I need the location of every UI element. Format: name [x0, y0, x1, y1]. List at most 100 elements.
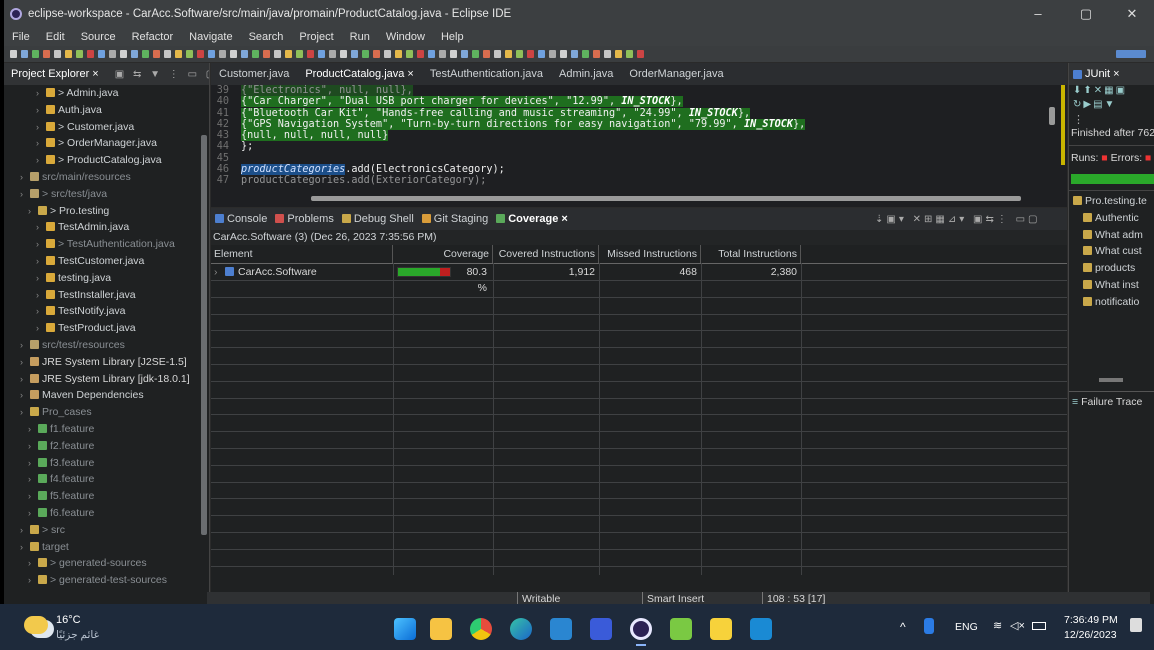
toolbar-button-icon[interactable] [32, 50, 39, 58]
toolbar-button-icon[interactable] [21, 50, 28, 58]
col-covered[interactable]: Covered Instructions [493, 245, 599, 263]
menu-project[interactable]: Project [291, 31, 341, 43]
toolbar-button-icon[interactable] [219, 50, 226, 58]
toolbar-button-icon[interactable] [307, 50, 314, 58]
tree-item[interactable]: › src/test/resources [4, 337, 200, 354]
code-line[interactable]: 39 {"Electronics", null, null}, [211, 85, 1047, 96]
toolbar-button-icon[interactable] [626, 50, 633, 58]
tree-expand-icon[interactable]: › [28, 203, 38, 220]
toolbar-button-icon[interactable] [439, 50, 446, 58]
bottom-tab-2[interactable]: Problems [271, 208, 337, 230]
menu-refactor[interactable]: Refactor [124, 31, 182, 43]
tree-item[interactable]: › TestCustomer.java [4, 253, 200, 270]
junit-toolbar[interactable]: ⬇⬆✕▦▣ [1069, 85, 1154, 99]
toolbar-button-icon[interactable] [296, 50, 303, 58]
clock-time[interactable]: 7:36:49 PM [1064, 614, 1118, 626]
language-indicator[interactable]: ENG [955, 621, 978, 633]
tree-item[interactable]: › > ProductCatalog.java [4, 152, 200, 169]
menu-navigate[interactable]: Navigate [181, 31, 240, 43]
toolbar-button-icon[interactable] [164, 50, 171, 58]
tree-expand-icon[interactable]: › [36, 236, 46, 253]
tree-item[interactable]: › testing.java [4, 270, 200, 287]
bottom-tab-5[interactable]: Coverage × [492, 208, 572, 230]
code-line[interactable]: 43 {null, null, null, null} [211, 130, 1047, 142]
tree-item[interactable]: › > src/test/java [4, 186, 200, 203]
notepad-plus-icon[interactable] [670, 618, 692, 640]
toolbar-button-icon[interactable] [10, 50, 17, 58]
code-line[interactable]: 42 {"GPS Navigation System", "Turn-by-tur… [211, 118, 1047, 130]
tree-item[interactable]: › TestNotify.java [4, 303, 200, 320]
tree-item[interactable]: › f1.feature [4, 421, 200, 438]
tree-expand-icon[interactable]: › [28, 505, 38, 522]
tree-expand-icon[interactable]: › [28, 488, 38, 505]
tree-expand-icon[interactable]: › [36, 119, 46, 136]
tree-expand-icon[interactable]: › [36, 152, 46, 169]
code-area[interactable]: 39 {"Electronics", null, null}, 40 {"Car Ch… [211, 85, 1047, 187]
junit-tree-item[interactable]: What cust [1069, 243, 1154, 260]
code-line[interactable]: 46 productCategories.add(ElectronicsCateg… [211, 164, 1047, 176]
junit-more-icon[interactable]: ⋮ [1069, 113, 1154, 127]
tree-expand-icon[interactable]: › [28, 471, 38, 488]
menu-help[interactable]: Help [433, 31, 472, 43]
toolbar-button-icon[interactable] [538, 50, 545, 58]
eclipse-taskbar-icon[interactable] [630, 618, 652, 640]
editor-tab[interactable]: TestAuthentication.java [422, 63, 551, 85]
toolbar-button-icon[interactable] [230, 50, 237, 58]
tree-expand-icon[interactable]: › [20, 371, 30, 388]
tree-item[interactable]: › f3.feature [4, 455, 200, 472]
tree-expand-icon[interactable]: › [36, 287, 46, 304]
coverage-session[interactable]: CarAcc.Software (3) (Dec 26, 2023 7:35:5… [211, 230, 1067, 245]
col-total[interactable]: Total Instructions [701, 245, 801, 263]
bottom-tab-1[interactable]: Console [211, 208, 271, 230]
col-missed[interactable]: Missed Instructions [599, 245, 701, 263]
junit-tree-item[interactable]: What inst [1069, 277, 1154, 294]
tree-scrollbar[interactable] [201, 135, 207, 535]
toolbar-button-icon[interactable] [637, 50, 644, 58]
menu-source[interactable]: Source [73, 31, 124, 43]
toolbar-button-icon[interactable] [43, 50, 50, 58]
perspective-switcher-icon[interactable] [1116, 50, 1146, 58]
toolbar-button-icon[interactable] [208, 50, 215, 58]
weather-temp[interactable]: 16°C [56, 614, 81, 626]
toolbar-button-icon[interactable] [472, 50, 479, 58]
toolbar-button-icon[interactable] [98, 50, 105, 58]
toolbar-button-icon[interactable] [549, 50, 556, 58]
toolbar-button-icon[interactable] [263, 50, 270, 58]
junit-tree-item[interactable]: products [1069, 260, 1154, 277]
tree-item[interactable]: › JRE System Library [jdk-18.0.1] [4, 371, 200, 388]
tree-item[interactable]: › TestInstaller.java [4, 287, 200, 304]
toolbar-button-icon[interactable] [461, 50, 468, 58]
tree-expand-icon[interactable]: › [36, 303, 46, 320]
store-icon[interactable] [550, 618, 572, 640]
tree-expand-icon[interactable]: › [36, 270, 46, 287]
toolbar-button-icon[interactable] [560, 50, 567, 58]
tree-expand-icon[interactable]: › [36, 253, 46, 270]
tree-expand-icon[interactable]: › [28, 572, 38, 589]
toolbar-button-icon[interactable] [175, 50, 182, 58]
toolbar-button-icon[interactable] [373, 50, 380, 58]
weather-icon[interactable] [24, 616, 48, 634]
edge-icon[interactable] [510, 618, 532, 640]
table-row[interactable]: › CarAcc.Software 80.3 % 1,912 468 2,380 [211, 264, 1067, 294]
tree-item[interactable]: › > Admin.java [4, 85, 200, 102]
tree-expand-icon[interactable]: › [36, 320, 46, 337]
menu-file[interactable]: File [4, 31, 38, 43]
toolbar-button-icon[interactable] [109, 50, 116, 58]
tree-expand-icon[interactable]: › [28, 421, 38, 438]
tree-item[interactable]: › > TestAuthentication.java [4, 236, 200, 253]
tray-chevron-icon[interactable]: ^ [900, 620, 906, 634]
toolbar-button-icon[interactable] [527, 50, 534, 58]
toolbar-button-icon[interactable] [351, 50, 358, 58]
tree-expand-icon[interactable]: › [28, 438, 38, 455]
tree-item[interactable]: › f6.feature [4, 505, 200, 522]
tree-item[interactable]: › Maven Dependencies [4, 387, 200, 404]
junit-tab[interactable]: JUnit × [1085, 68, 1120, 80]
battery-icon[interactable] [1032, 622, 1046, 630]
maximize-button[interactable]: ▢ [1064, 0, 1108, 28]
calendar-icon[interactable] [750, 618, 772, 640]
tree-item[interactable]: › TestAdmin.java [4, 219, 200, 236]
volume-icon[interactable]: ◁× [1010, 619, 1025, 632]
tree-expand-icon[interactable]: › [20, 186, 30, 203]
toolbar-button-icon[interactable] [593, 50, 600, 58]
menu-window[interactable]: Window [378, 31, 433, 43]
